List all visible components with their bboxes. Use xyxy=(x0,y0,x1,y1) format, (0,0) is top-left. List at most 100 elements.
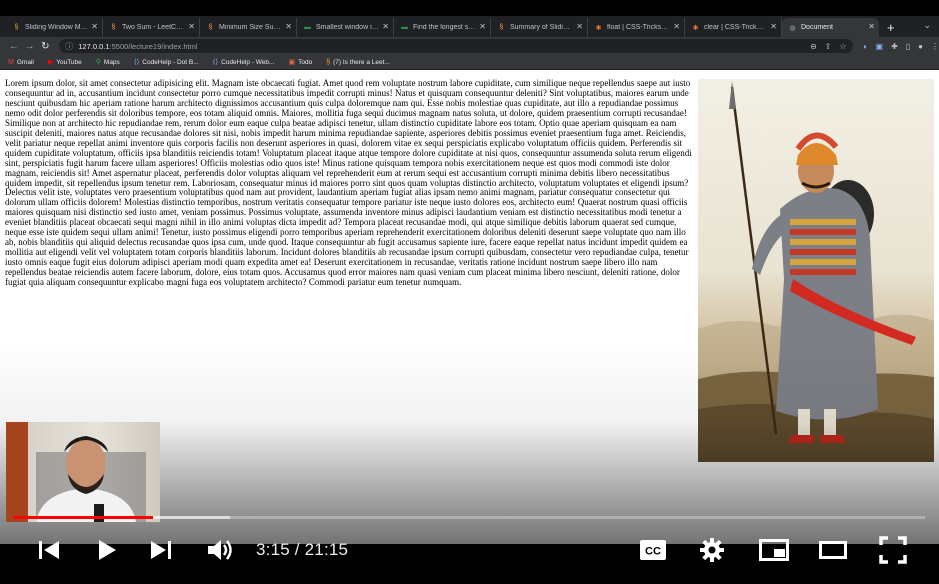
tab-longest-substring[interactable]: ▬ Find the longest subst ✕ xyxy=(394,18,491,37)
bookmark-leetcode[interactable]: § (7) Is there a Leet... xyxy=(326,59,390,66)
extensions-area: ◗ ▣ ✚ ▯ ● ⋮ xyxy=(863,42,939,51)
tab-min-size-subarray[interactable]: § Minimum Size Subarray ✕ xyxy=(200,18,297,37)
close-icon[interactable]: ✕ xyxy=(479,22,486,31)
bookmark-label: Maps xyxy=(103,58,120,66)
time-display: 3:15 / 21:15 xyxy=(256,540,349,559)
codehelp-icon: ⟨⟩ xyxy=(212,59,219,66)
omnibox-actions: ⊖ ⇪ ☆ xyxy=(810,42,847,51)
site-info-icon[interactable]: ⓘ xyxy=(65,41,73,52)
zoom-icon[interactable]: ⊖ xyxy=(810,42,817,51)
csstricks-icon: ✱ xyxy=(692,24,699,32)
fullscreen-icon[interactable] xyxy=(878,536,908,564)
video-progress-bar[interactable] xyxy=(14,515,925,520)
floated-portrait-image xyxy=(698,79,934,462)
bookmarks-bar: M Gmail ▶ YouTube ⚲ Maps ⟨⟩ CodeHelp - Dot B… xyxy=(0,55,939,70)
tab-title: float | CSS-Tricks - CSS xyxy=(607,24,670,31)
tab-title: Document xyxy=(801,24,833,31)
chevron-down-icon[interactable]: ⌄ xyxy=(923,20,931,31)
theater-mode-icon[interactable] xyxy=(818,540,848,560)
tab-title: Smallest window in a S xyxy=(316,24,379,31)
leetcode-icon: § xyxy=(111,24,116,31)
gfg-icon: ▬ xyxy=(401,24,408,31)
csstricks-icon: ✱ xyxy=(595,24,602,32)
warrior-painting xyxy=(698,81,934,462)
sidebar-icon[interactable]: ▯ xyxy=(906,42,910,51)
close-icon[interactable]: ✕ xyxy=(770,22,777,31)
close-icon[interactable]: ✕ xyxy=(868,22,875,31)
bookmark-star-icon[interactable]: ☆ xyxy=(839,42,846,51)
bookmark-todo[interactable]: ▣ Todo xyxy=(288,58,313,67)
url-path: :5500/lecture19/index.html xyxy=(109,41,198,51)
bookmark-label: (7) Is there a Leet... xyxy=(333,58,390,66)
settings-gear-icon[interactable] xyxy=(698,536,726,564)
extension-icon[interactable]: ◗ xyxy=(863,42,868,51)
share-icon[interactable]: ⇪ xyxy=(825,42,832,51)
url-host: 127.0.0.1 xyxy=(78,41,110,51)
previous-icon[interactable] xyxy=(36,538,62,562)
todo-icon: ▣ xyxy=(288,59,296,66)
lorem-paragraph: Lorem ipsum dolor, sit amet consectetur … xyxy=(5,78,692,288)
tab-strip: § Sliding Window Maxim ✕ § Two Sum - Lee… xyxy=(0,16,939,37)
leetcode-icon: § xyxy=(326,58,331,66)
bookmark-maps[interactable]: ⚲ Maps xyxy=(95,58,120,67)
bookmark-label: YouTube xyxy=(56,58,82,66)
close-icon[interactable]: ✕ xyxy=(285,22,292,31)
presenter-webcam xyxy=(6,422,160,522)
address-bar[interactable]: ⓘ 127.0.0.1:5500/lecture19/index.html ⊖ … xyxy=(59,39,853,53)
svg-text:CC: CC xyxy=(645,546,661,558)
miniplayer-icon[interactable] xyxy=(758,538,790,562)
tab-title: Find the longest subst xyxy=(413,24,476,31)
reload-icon[interactable]: ↻ xyxy=(38,41,54,52)
close-icon[interactable]: ✕ xyxy=(382,22,389,31)
bookmark-codehelp-web[interactable]: ⟨⟩ CodeHelp - Web... xyxy=(212,58,275,67)
play-icon[interactable] xyxy=(94,537,120,563)
tab-two-sum[interactable]: § Two Sum - LeetCode ✕ xyxy=(103,18,200,37)
next-icon[interactable] xyxy=(148,538,174,562)
tab-title: Two Sum - LeetCode xyxy=(122,24,185,31)
tab-summary-sliding-window[interactable]: § Summary of Sliding Wi ✕ xyxy=(491,18,588,37)
bookmark-codehelp-dotb[interactable]: ⟨⟩ CodeHelp - Dot B... xyxy=(133,58,199,67)
bookmark-label: CodeHelp - Web... xyxy=(221,58,275,66)
close-icon[interactable]: ✕ xyxy=(576,22,583,31)
browser-toolbar: ← → ↻ ⓘ 127.0.0.1:5500/lecture19/index.h… xyxy=(0,37,939,55)
close-icon[interactable]: ✕ xyxy=(673,22,680,31)
tab-title: clear | CSS-Tricks - CSS xyxy=(704,24,767,31)
tab-float-css-tricks[interactable]: ✱ float | CSS-Tricks - CSS ✕ xyxy=(588,18,685,37)
tab-title: Summary of Sliding Wi xyxy=(510,24,573,31)
bookmark-gmail[interactable]: M Gmail xyxy=(8,59,34,66)
codehelp-icon: § xyxy=(14,24,19,31)
tab-document[interactable]: ◍ Document ✕ xyxy=(782,18,879,37)
close-icon[interactable]: ✕ xyxy=(188,22,195,31)
video-frame: § Sliding Window Maxim ✕ § Two Sum - Lee… xyxy=(0,0,939,584)
progress-played xyxy=(14,516,154,519)
bookmark-label: CodeHelp - Dot B... xyxy=(142,58,199,66)
url-text: 127.0.0.1:5500/lecture19/index.html xyxy=(78,42,197,51)
leetcode-icon: § xyxy=(499,24,504,31)
bookmark-youtube[interactable]: ▶ YouTube xyxy=(47,58,82,67)
captions-icon[interactable]: CC xyxy=(638,538,668,562)
tab-smallest-window[interactable]: ▬ Smallest window in a S ✕ xyxy=(297,18,394,37)
bookmark-label: Todo xyxy=(298,58,313,66)
new-tab-icon[interactable]: + xyxy=(887,20,895,35)
tab-title: Minimum Size Subarray xyxy=(219,24,282,31)
menu-icon[interactable]: ⋮ xyxy=(931,42,939,51)
tab-clear-css-tricks[interactable]: ✱ clear | CSS-Tricks - CSS ✕ xyxy=(685,18,782,37)
leetcode-icon: § xyxy=(208,24,213,31)
volume-icon[interactable] xyxy=(205,537,235,563)
codehelp-icon: ⟨⟩ xyxy=(133,59,140,66)
gfg-icon: ▬ xyxy=(304,24,311,31)
maps-icon: ⚲ xyxy=(95,59,101,66)
browser-window: § Sliding Window Maxim ✕ § Two Sum - Lee… xyxy=(0,16,939,70)
back-icon[interactable]: ← xyxy=(6,41,22,52)
youtube-icon: ▶ xyxy=(47,59,54,66)
profile-icon[interactable]: ● xyxy=(918,42,923,51)
extension-icon[interactable]: ▣ xyxy=(876,42,884,51)
tab-title: Sliding Window Maxim xyxy=(25,24,88,31)
gmail-icon: M xyxy=(8,58,14,66)
bookmark-label: Gmail xyxy=(16,58,34,66)
close-icon[interactable]: ✕ xyxy=(91,22,98,31)
puzzle-icon[interactable]: ✚ xyxy=(891,42,898,51)
forward-icon[interactable]: → xyxy=(22,41,38,52)
presenter-image xyxy=(6,422,146,522)
tab-sliding-window[interactable]: § Sliding Window Maxim ✕ xyxy=(6,18,103,37)
